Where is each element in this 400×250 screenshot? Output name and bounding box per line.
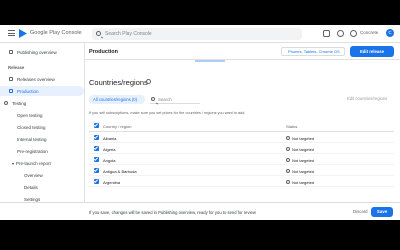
sidebar-item-publishing-overview[interactable]: Publishing overview [0, 47, 84, 57]
tab-bar [195, 60, 225, 62]
status-cell: Not targeted [286, 169, 314, 174]
save-footer: If you save, changes will be saved in Pu… [0, 202, 400, 220]
row-checkbox[interactable] [94, 157, 99, 162]
sidebar-item-closed-testing[interactable]: Closed testing [0, 122, 84, 132]
footer-message: If you save, changes will be saved in Pu… [89, 210, 256, 215]
edit-release-button[interactable]: Edit release [350, 46, 394, 57]
publishing-icon [9, 50, 13, 54]
menu-icon[interactable] [8, 30, 15, 36]
status-cell: Not targeted [286, 147, 314, 152]
status-text: Not targeted [292, 157, 315, 163]
row-checkbox[interactable] [94, 135, 99, 140]
discard-button[interactable]: Discard [353, 209, 368, 214]
not-targeted-icon [286, 158, 290, 162]
search-icon [96, 31, 101, 36]
status-text: Not targeted [292, 146, 315, 152]
search-input[interactable]: Search Play Console [92, 28, 302, 40]
sidebar-item-open-testing[interactable]: Open testing [0, 110, 84, 120]
sidebar-item-details[interactable]: Details [0, 182, 84, 192]
sidebar-item-label: Pre-registration [17, 148, 48, 154]
country-name: Algeria [103, 146, 116, 152]
status-text: Not targeted [292, 168, 315, 174]
sidebar-item-label: Releases overview [17, 76, 55, 82]
status-text: Not targeted [292, 135, 315, 141]
sidebar-item-overview[interactable]: Overview [0, 170, 84, 180]
select-all-checkbox[interactable] [94, 123, 99, 128]
column-header-status: Status [286, 124, 298, 129]
sidebar-item-label: Internal testing [17, 136, 47, 142]
search-placeholder: Search Play Console [105, 31, 152, 37]
sidebar-item-production[interactable]: Production [0, 86, 84, 96]
sidebar-item-label: Production [17, 88, 39, 94]
help-icon[interactable] [350, 30, 357, 37]
sidebar-item-releases-overview[interactable]: Releases overview [0, 74, 84, 84]
country-name: Antigua & Barbuda [103, 168, 137, 174]
sidebar-item-label: Open testing [17, 112, 43, 118]
save-button[interactable]: Save [371, 207, 393, 217]
status-text: Not targeted [292, 179, 315, 185]
sidebar-item-label: Details [24, 184, 38, 190]
help-circle-icon[interactable] [146, 79, 151, 84]
main-content: Production Phones, Tablets, Chrome OS Ed… [85, 43, 400, 220]
play-console-window: Google Play Console Search Play Console … [0, 25, 400, 220]
sidebar-item-pre-launch-report[interactable]: ▾ Pre-launch report [0, 158, 84, 168]
status-cell: Not targeted [286, 136, 314, 141]
table-row[interactable]: Argentina Not targeted [89, 176, 394, 187]
sidebar-item-label: Overview [24, 172, 43, 178]
country-name: Albania [103, 135, 117, 141]
sidebar-item-internal-testing[interactable]: Internal testing [0, 134, 84, 144]
top-app-bar: Google Play Console Search Play Console … [0, 25, 400, 43]
sidebar-item-label: Closed testing [17, 124, 46, 130]
search-icon [151, 97, 155, 101]
country-name: Angola [103, 157, 116, 163]
row-checkbox[interactable] [94, 168, 99, 173]
notifications-icon[interactable] [337, 30, 344, 37]
sidebar-section-release: Release [8, 65, 25, 70]
app-title: Google Play Console [30, 30, 82, 36]
production-icon [9, 89, 13, 93]
table-row[interactable]: Albania Not targeted [89, 132, 394, 143]
status-cell: Not targeted [286, 180, 314, 185]
page-header: Production Phones, Tablets, Chrome OS Ed… [85, 43, 400, 60]
device-filter-dropdown[interactable]: Phones, Tablets, Chrome OS [281, 47, 345, 56]
not-targeted-icon [286, 169, 290, 173]
not-targeted-icon [286, 136, 290, 140]
table-header: Country / region Status [89, 120, 394, 132]
link-icon[interactable] [323, 30, 330, 37]
filter-search-placeholder: Search [158, 97, 172, 102]
status-cell: Not targeted [286, 158, 314, 163]
sidebar-item-label: Settings [24, 196, 41, 202]
not-targeted-icon [286, 180, 290, 184]
chevron-down-icon: ▾ [12, 160, 15, 166]
country-name: Argentina [103, 179, 121, 185]
sidebar-item-pre-registration[interactable]: Pre-registration [0, 146, 84, 156]
table-row[interactable]: Algeria Not targeted [89, 143, 394, 154]
page-title: Production [89, 49, 119, 55]
account-name[interactable]: Concrete [360, 30, 378, 35]
sidebar-item-label: Publishing overview [17, 49, 57, 55]
testing-icon [4, 101, 8, 105]
subscription-info: If you sell subscriptions, make sure you… [89, 111, 246, 115]
not-targeted-icon [286, 147, 290, 151]
row-checkbox[interactable] [94, 146, 99, 151]
filter-search-input[interactable]: Search [150, 95, 200, 104]
table-row[interactable]: Angola Not targeted [89, 154, 394, 165]
sidebar-item-label: Testing [12, 100, 27, 106]
sidebar: Publishing overview Release Releases ove… [0, 43, 85, 220]
sidebar-item-testing[interactable]: Testing [0, 98, 84, 108]
sidebar-item-label: Pre-launch report [16, 160, 51, 166]
countries-filter-chip[interactable]: All countries/regions (0) [89, 95, 145, 104]
column-header-country: Country / region [103, 124, 132, 129]
section-title: Countries/regions [89, 78, 148, 87]
row-checkbox[interactable] [94, 179, 99, 184]
avatar[interactable]: C [386, 29, 394, 37]
play-console-logo [19, 29, 27, 38]
releases-icon [9, 77, 13, 81]
table-row[interactable]: Antigua & Barbuda Not targeted [89, 165, 394, 176]
edit-countries-link[interactable]: Edit countries/regions [347, 96, 387, 101]
